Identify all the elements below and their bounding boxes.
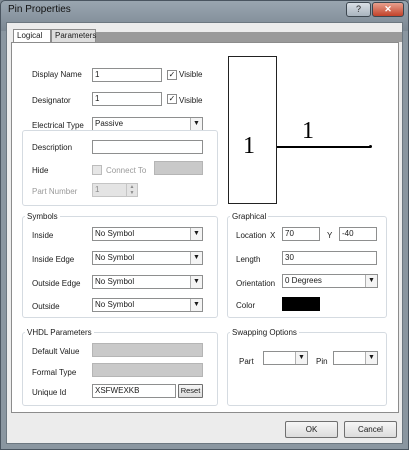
window-title: Pin Properties bbox=[8, 4, 71, 15]
formal-type-input[interactable] bbox=[92, 363, 203, 377]
cancel-button[interactable]: Cancel bbox=[344, 421, 397, 438]
chevron-down-icon: ▼ bbox=[190, 276, 202, 288]
preview-pin-line bbox=[277, 146, 371, 148]
display-name-visible-checkbox[interactable]: ✓ bbox=[167, 70, 177, 80]
chevron-down-icon: ▼ bbox=[365, 275, 377, 287]
preview-pin-hotspot bbox=[369, 145, 372, 148]
electrical-type-select[interactable]: Passive ▼ bbox=[92, 117, 203, 131]
swap-part-label: Part bbox=[239, 357, 254, 366]
symbol-inside-value: No Symbol bbox=[95, 229, 135, 238]
chevron-down-icon: ▼ bbox=[190, 252, 202, 264]
electrical-type-label: Electrical Type bbox=[32, 121, 84, 130]
length-label: Length bbox=[236, 255, 261, 264]
unique-id-input[interactable]: XSFWEXKB bbox=[92, 384, 176, 398]
display-name-visible-label: Visible bbox=[179, 70, 203, 79]
part-number-input[interactable]: 1 ▲ ▼ bbox=[92, 183, 138, 197]
symbol-inside-select[interactable]: No Symbol ▼ bbox=[92, 227, 203, 241]
hide-checkbox[interactable] bbox=[92, 165, 102, 175]
swap-pin-select[interactable]: ▼ bbox=[333, 351, 378, 365]
symbol-inside-edge-select[interactable]: No Symbol ▼ bbox=[92, 251, 203, 265]
symbol-inside-edge-value: No Symbol bbox=[95, 253, 135, 262]
unique-id-label: Unique Id bbox=[32, 388, 67, 397]
symbol-outside-value: No Symbol bbox=[95, 300, 135, 309]
tab-parameters[interactable]: Parameters bbox=[51, 29, 96, 42]
symbol-outside-label: Outside bbox=[32, 302, 60, 311]
swapping-group-title: Swapping Options bbox=[230, 328, 299, 337]
graphical-group-title: Graphical bbox=[230, 212, 269, 221]
chevron-down-icon: ▼ bbox=[190, 299, 202, 311]
chevron-down-icon: ▼ bbox=[190, 118, 202, 130]
reset-button[interactable]: Reset bbox=[178, 384, 203, 398]
close-button[interactable]: ✕ bbox=[372, 2, 404, 17]
designator-visible-checkbox[interactable]: ✓ bbox=[167, 94, 177, 104]
swapping-group bbox=[227, 332, 387, 406]
location-label: Location bbox=[236, 231, 267, 240]
orientation-select[interactable]: 0 Degrees ▼ bbox=[282, 274, 378, 288]
connect-to-input[interactable] bbox=[154, 161, 203, 175]
location-y-label: Y bbox=[327, 231, 333, 240]
color-swatch[interactable] bbox=[282, 297, 320, 311]
hide-label: Hide bbox=[32, 166, 49, 175]
symbol-outside-edge-select[interactable]: No Symbol ▼ bbox=[92, 275, 203, 289]
orientation-value: 0 Degrees bbox=[285, 276, 322, 285]
default-value-input[interactable] bbox=[92, 343, 203, 357]
help-button[interactable]: ? bbox=[346, 2, 371, 17]
tab-logical[interactable]: Logical bbox=[13, 29, 51, 42]
designator-label: Designator bbox=[32, 96, 71, 105]
chevron-down-icon: ▼ bbox=[365, 352, 377, 364]
spinner-icon[interactable]: ▲ ▼ bbox=[126, 184, 137, 196]
ok-button[interactable]: OK bbox=[285, 421, 338, 438]
default-value-label: Default Value bbox=[32, 347, 80, 356]
symbol-outside-select[interactable]: No Symbol ▼ bbox=[92, 298, 203, 312]
chevron-down-icon: ▼ bbox=[190, 228, 202, 240]
location-x-label: X bbox=[270, 231, 276, 240]
display-name-input[interactable]: 1 bbox=[92, 68, 162, 82]
designator-visible-label: Visible bbox=[179, 96, 203, 105]
symbol-outside-edge-label: Outside Edge bbox=[32, 279, 81, 288]
description-label: Description bbox=[32, 143, 73, 152]
part-number-label: Part Number bbox=[32, 187, 78, 196]
description-input[interactable] bbox=[92, 140, 203, 154]
pin-preview-body bbox=[228, 56, 277, 204]
orientation-label: Orientation bbox=[236, 279, 276, 288]
electrical-type-value: Passive bbox=[95, 119, 124, 128]
symbol-inside-label: Inside bbox=[32, 231, 54, 240]
symbol-outside-edge-value: No Symbol bbox=[95, 277, 135, 286]
tab-strip bbox=[96, 32, 402, 42]
location-y-input[interactable]: -40 bbox=[339, 227, 377, 241]
location-x-input[interactable]: 70 bbox=[282, 227, 320, 241]
symbol-inside-edge-label: Inside Edge bbox=[32, 255, 75, 264]
swap-part-select[interactable]: ▼ bbox=[263, 351, 308, 365]
formal-type-label: Formal Type bbox=[32, 368, 77, 377]
length-input[interactable]: 30 bbox=[282, 251, 377, 265]
vhdl-group-title: VHDL Parameters bbox=[25, 328, 94, 337]
preview-pin-label: 1 bbox=[302, 118, 314, 144]
symbols-group-title: Symbols bbox=[25, 212, 60, 221]
swap-pin-label: Pin bbox=[316, 357, 328, 366]
part-number-value: 1 bbox=[95, 185, 100, 194]
display-name-label: Display Name bbox=[32, 70, 82, 79]
designator-input[interactable]: 1 bbox=[92, 92, 162, 106]
connect-to-label: Connect To bbox=[106, 166, 147, 175]
chevron-down-icon: ▼ bbox=[295, 352, 307, 364]
preview-body-label: 1 bbox=[243, 133, 255, 159]
color-label: Color bbox=[236, 301, 256, 310]
